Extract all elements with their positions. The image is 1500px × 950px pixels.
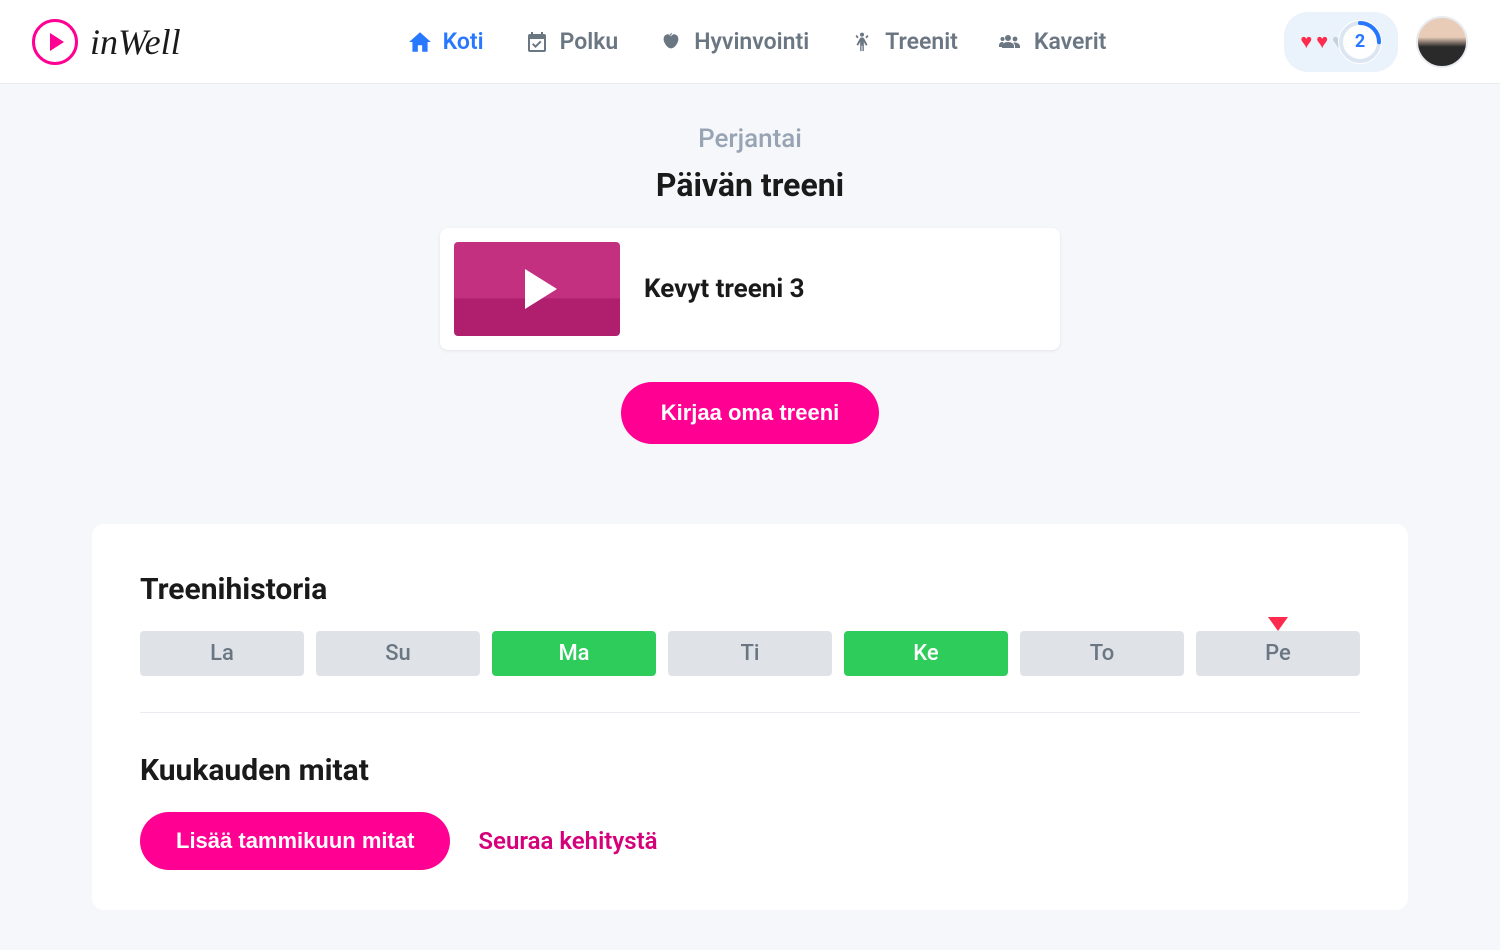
main-nav: Koti Polku Hyvinvointi Treenit Kaverit — [229, 28, 1285, 55]
nav-workouts[interactable]: Treenit — [849, 28, 958, 55]
heart-filled-icon: ♥ — [1316, 29, 1328, 54]
history-title: Treenihistoria — [140, 572, 1360, 607]
avatar[interactable] — [1416, 16, 1468, 68]
nav-path[interactable]: Polku — [524, 28, 619, 55]
home-icon — [407, 29, 433, 55]
history-section: Treenihistoria La Su Ma Ti Ke To Pe Kuukauden … — [92, 524, 1408, 910]
history-day-cell[interactable]: Ti — [668, 631, 832, 676]
hearts-badge[interactable]: ♥ ♥ ♥ 2 — [1284, 12, 1398, 72]
log-workout-button[interactable]: Kirjaa oma treeni — [621, 382, 880, 444]
progress-indicator: 2 — [1338, 20, 1382, 64]
play-icon — [50, 33, 64, 51]
nav-label: Kaverit — [1034, 28, 1107, 55]
follow-progress-link[interactable]: Seuraa kehitystä — [478, 827, 657, 855]
apple-icon — [658, 29, 684, 55]
heart-filled-icon: ♥ — [1300, 29, 1312, 54]
logo[interactable]: inWell — [32, 19, 181, 65]
add-measures-button[interactable]: Lisää tammikuun mitat — [140, 812, 450, 870]
main-content: Perjantai Päivän treeni Kevyt treeni 3 K… — [60, 84, 1440, 950]
measures-title: Kuukauden mitat — [140, 753, 1360, 788]
todays-workout-title: Päivän treeni — [92, 166, 1408, 204]
progress-count: 2 — [1355, 31, 1365, 52]
history-day-cell[interactable]: To — [1020, 631, 1184, 676]
nav-label: Polku — [560, 28, 619, 55]
history-day-cell[interactable]: La — [140, 631, 304, 676]
nav-label: Treenit — [885, 28, 958, 55]
measures-row: Lisää tammikuun mitat Seuraa kehitystä — [140, 812, 1360, 870]
history-days-row: La Su Ma Ti Ke To Pe — [140, 631, 1360, 713]
people-icon — [998, 29, 1024, 55]
logo-icon — [32, 19, 78, 65]
history-day-cell[interactable]: Pe — [1196, 631, 1360, 676]
workout-card[interactable]: Kevyt treeni 3 — [440, 228, 1060, 350]
nav-wellbeing[interactable]: Hyvinvointi — [658, 28, 809, 55]
logo-text: inWell — [90, 21, 181, 63]
nav-home[interactable]: Koti — [407, 28, 484, 55]
nav-label: Hyvinvointi — [694, 28, 809, 55]
history-day-cell[interactable]: Ma — [492, 631, 656, 676]
calendar-check-icon — [524, 29, 550, 55]
header-right: ♥ ♥ ♥ 2 — [1284, 12, 1468, 72]
play-icon — [525, 269, 557, 309]
history-day-cell[interactable]: Su — [316, 631, 480, 676]
workout-title: Kevyt treeni 3 — [644, 274, 805, 304]
history-day-cell[interactable]: Ke — [844, 631, 1008, 676]
current-day-label: Perjantai — [92, 124, 1408, 154]
nav-friends[interactable]: Kaverit — [998, 28, 1107, 55]
workout-thumbnail — [454, 242, 620, 336]
nav-label: Koti — [443, 28, 484, 55]
today-marker-icon — [1268, 617, 1288, 631]
person-stretch-icon — [849, 29, 875, 55]
app-header: inWell Koti Polku Hyvinvointi Treenit — [0, 0, 1500, 84]
